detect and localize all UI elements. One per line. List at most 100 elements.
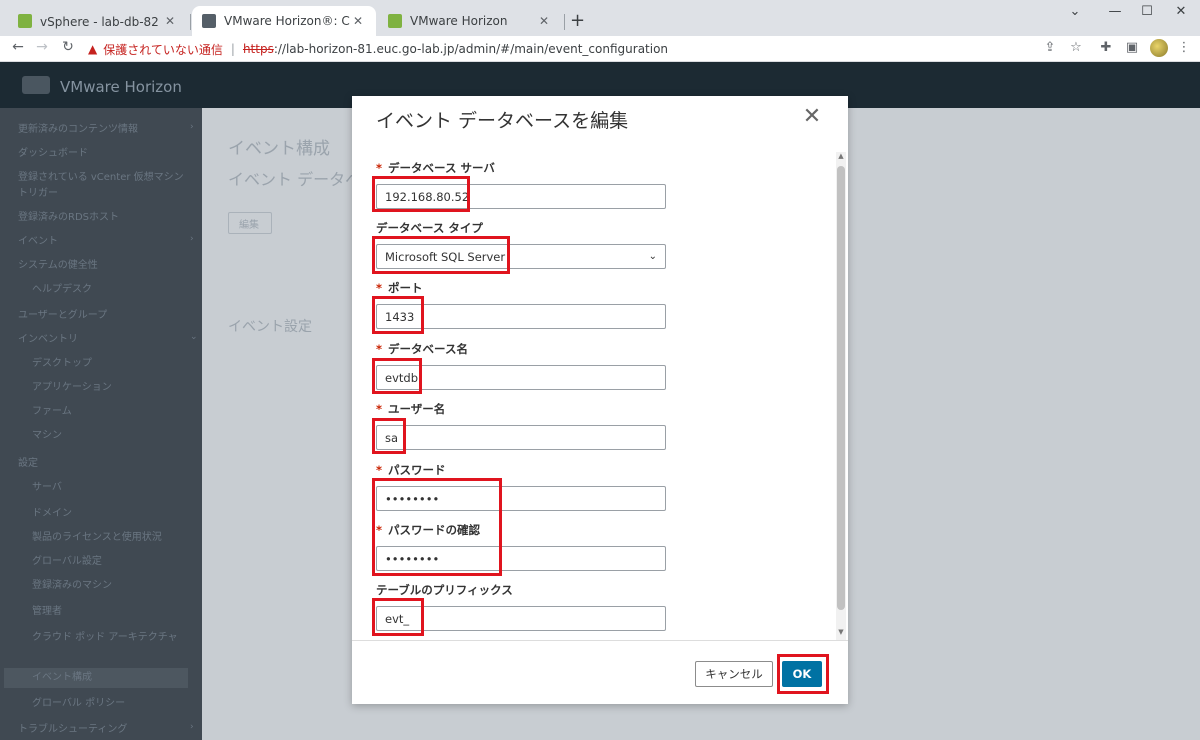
vmware-logo-icon (22, 76, 50, 94)
tab-title: vSphere - lab-db-82 - サマリ (40, 14, 162, 29)
dialog-title: イベント データベースを編集 (376, 110, 629, 132)
dialog-body: * データベース サーバ 192.168.80.52 データベース タイプ Mic… (352, 152, 848, 640)
sidebar-item[interactable]: グローバル ポリシー (32, 694, 125, 709)
share-icon[interactable]: ⇪ (1040, 40, 1060, 55)
maximize-button[interactable]: ☐ (1132, 4, 1162, 19)
highlight-box (372, 296, 424, 334)
sidebar-item[interactable]: 登録済みのRDSホスト (18, 208, 119, 223)
scroll-up-arrow-icon[interactable]: ▲ (836, 152, 846, 164)
menu-kebab-icon[interactable]: ⋮ (1174, 40, 1194, 55)
tab-search-dropdown-icon[interactable]: ⌄ (1060, 4, 1090, 19)
username-label: * ユーザー名 (376, 401, 445, 417)
edit-button[interactable]: 編集 (228, 212, 272, 234)
sidebar-item[interactable]: マシン (32, 426, 62, 441)
port-label-text: ポート (388, 281, 423, 295)
tab-separator (564, 14, 565, 30)
db-name-label-text: データベース名 (388, 342, 468, 356)
close-window-button[interactable]: ✕ (1166, 4, 1196, 19)
sidebar: 更新済みのコンテンツ情報 ダッシュボード 登録されている vCenter 仮想マ… (0, 108, 202, 740)
sidebar-item[interactable]: ユーザーとグループ (18, 306, 107, 321)
sidebar-item[interactable]: ダッシュボード (18, 144, 88, 159)
sidebar-item[interactable]: ドメイン (32, 504, 72, 519)
close-icon[interactable]: ✕ (350, 14, 366, 28)
sidebar-item[interactable]: イベント (18, 232, 58, 247)
browser-tab-bar: vSphere - lab-db-82 - サマリ ✕ VMware Horiz… (0, 0, 1200, 36)
sidebar-item[interactable]: サーバ (32, 478, 62, 493)
vsphere-favicon-icon (18, 14, 32, 28)
password-label-text: パスワード (388, 463, 446, 477)
sidebar-item[interactable]: 製品のライセンスと使用状況 (32, 528, 162, 543)
minimize-button[interactable]: — (1100, 4, 1130, 19)
sidebar-item[interactable]: デスクトップ (32, 354, 92, 369)
prefix-label-text: テーブルのプリフィックス (376, 583, 513, 597)
browser-tab-horizon-cluster[interactable]: VMware Horizon®: Cluster-LAB- ✕ (192, 6, 376, 36)
highlight-box (372, 358, 422, 394)
url-scheme: https (242, 42, 274, 56)
type-label: データベース タイプ (376, 220, 483, 236)
sidebar-item-event-config[interactable]: イベント構成 (4, 668, 188, 688)
sidebar-item[interactable]: インベントリ (18, 330, 78, 345)
highlight-box (372, 478, 502, 576)
browser-toolbar: ← → ↻ ▲ 保護されていない通信 | https ://lab-horizo… (0, 36, 1200, 62)
tab-separator (190, 14, 191, 30)
back-icon[interactable]: ← (8, 39, 28, 55)
sidebar-item[interactable]: グローバル設定 (32, 552, 102, 567)
required-mark: * (376, 281, 383, 295)
close-icon[interactable]: ✕ (162, 14, 178, 28)
warning-icon[interactable]: ▲ (88, 42, 97, 56)
sidebar-item[interactable]: 設定 (18, 454, 38, 469)
username-input[interactable]: sa (376, 425, 666, 450)
browser-tab-vsphere[interactable]: vSphere - lab-db-82 - サマリ ✕ (8, 6, 188, 36)
sidebar-item[interactable]: トラブルシューティング (18, 720, 127, 735)
sidebar-item[interactable]: 管理者 (32, 602, 62, 617)
sidebar-item[interactable]: ヘルプデスク (32, 280, 92, 295)
forward-icon[interactable]: → (32, 39, 52, 55)
tab-title: VMware Horizon®: Cluster-LAB- (224, 14, 350, 28)
cancel-button[interactable]: キャンセル (695, 661, 773, 687)
profile-avatar[interactable] (1150, 39, 1168, 57)
new-tab-button[interactable]: + (570, 10, 585, 31)
port-label: * ポート (376, 280, 423, 296)
required-mark: * (376, 342, 383, 356)
required-mark: * (376, 402, 383, 416)
section-title: イベント データベ (228, 170, 362, 189)
highlight-box (372, 236, 510, 274)
security-warning[interactable]: 保護されていない通信 (103, 41, 223, 58)
type-label-text: データベース タイプ (376, 221, 483, 235)
horizon-favicon-icon (388, 14, 402, 28)
sidebar-item[interactable]: 登録されている vCenter 仮想マシン (18, 168, 184, 183)
db-name-label: * データベース名 (376, 341, 468, 357)
reload-icon[interactable]: ↻ (58, 39, 78, 55)
highlight-box (777, 654, 829, 694)
close-icon[interactable]: ✕ (800, 104, 824, 129)
sidebar-item[interactable]: 更新済みのコンテンツ情報 (18, 120, 138, 135)
server-label: * データベース サーバ (376, 160, 495, 176)
sidebar-item[interactable]: トリガー (18, 184, 58, 199)
sidebar-item[interactable]: アプリケーション (32, 378, 112, 393)
event-settings-heading: イベント設定 (228, 319, 312, 335)
password-label: * パスワード (376, 462, 446, 478)
vmware-favicon-icon (202, 14, 216, 28)
highlight-box (372, 598, 424, 636)
highlight-box (372, 418, 406, 454)
sidebar-item[interactable]: システムの健全性 (18, 256, 98, 271)
url-text: ://lab-horizon-81.euc.go-lab.jp/admin/#/… (273, 42, 669, 56)
edit-button-label: 編集 (239, 220, 259, 231)
chevron-down-icon: ⌄ (648, 251, 657, 262)
browser-tab-horizon[interactable]: VMware Horizon ✕ (378, 6, 562, 36)
side-panel-icon[interactable]: ▣ (1122, 40, 1142, 55)
bookmark-star-icon[interactable]: ☆ (1066, 40, 1086, 55)
scroll-down-arrow-icon[interactable]: ▼ (836, 628, 846, 640)
required-mark: * (376, 463, 383, 477)
scrollbar-thumb[interactable] (837, 166, 845, 610)
close-icon[interactable]: ✕ (536, 14, 552, 28)
sidebar-item[interactable]: ファーム (32, 402, 72, 417)
address-bar[interactable]: ▲ 保護されていない通信 | https ://lab-horizon-81.e… (88, 38, 1008, 60)
chevron-icon: › (190, 234, 194, 244)
sidebar-item[interactable]: クラウド ポッド アーキテクチャ (32, 628, 178, 643)
sidebar-item[interactable]: 登録済みのマシン (32, 576, 112, 591)
chevron-down-icon: ⌄ (190, 332, 198, 342)
prefix-label: テーブルのプリフィックス (376, 582, 513, 598)
address-separator: | (230, 42, 235, 56)
extensions-puzzle-icon[interactable]: ✚ (1096, 40, 1116, 55)
